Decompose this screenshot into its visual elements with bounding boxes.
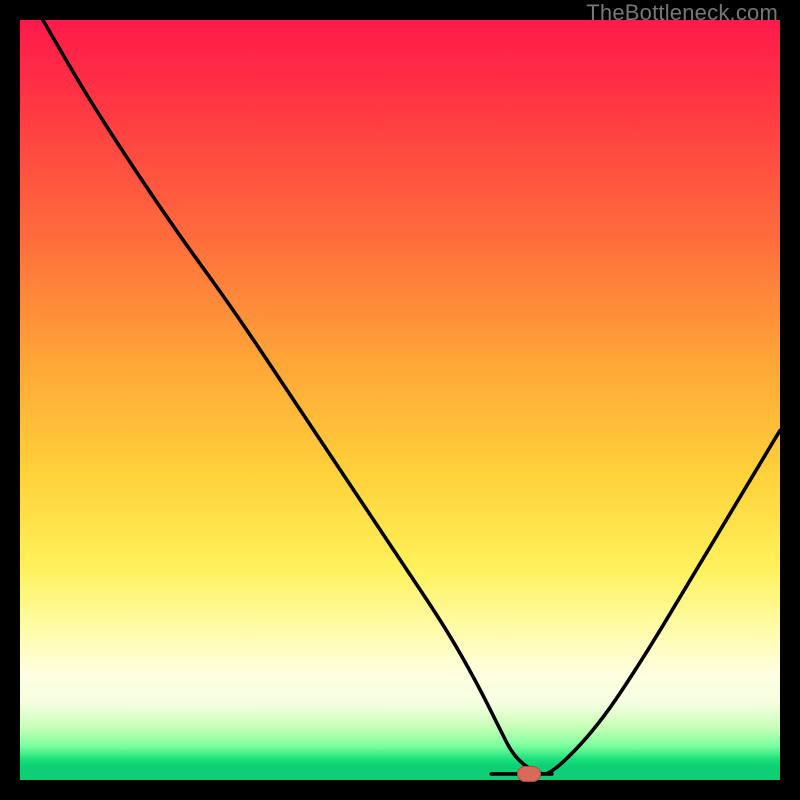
plot-area bbox=[20, 20, 780, 780]
heat-gradient-background bbox=[20, 20, 780, 780]
chart-frame: TheBottleneck.com bbox=[0, 0, 800, 800]
